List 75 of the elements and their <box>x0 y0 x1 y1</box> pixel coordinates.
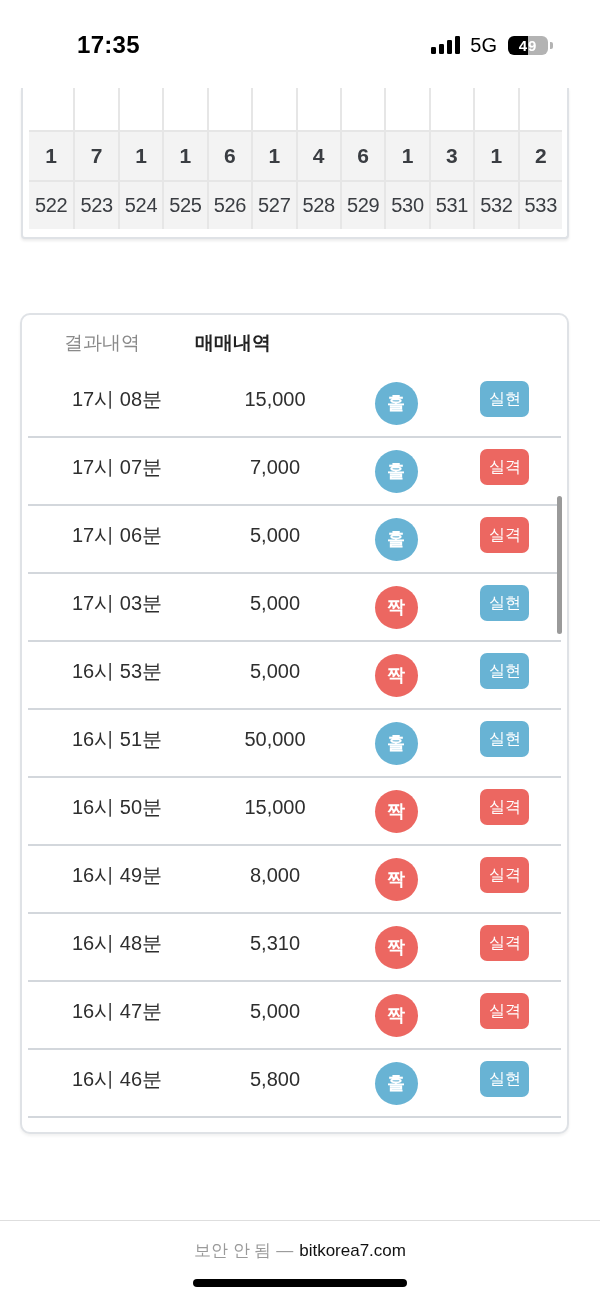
trade-time: 17시 08분 <box>71 387 163 412</box>
trade-amount: 5,000 <box>249 659 301 684</box>
round-cell: 523 <box>73 180 118 229</box>
network-type: 5G <box>470 34 497 56</box>
round-cell: 532 <box>473 180 518 229</box>
result-cell: 1 <box>117 130 163 180</box>
result-tag: 실현 <box>480 585 529 621</box>
round-cell: 528 <box>295 180 340 229</box>
trade-time: 16시 47분 <box>71 999 163 1024</box>
trade-amount: 15,000 <box>244 795 306 820</box>
result-cell: 1 <box>473 130 518 180</box>
parity-chip: 홀 <box>374 1062 418 1105</box>
parity-chip: 짝 <box>374 858 418 901</box>
result-tag: 실격 <box>480 925 529 961</box>
parity-chip: 짝 <box>374 790 418 833</box>
round-cell: 525 <box>162 180 207 229</box>
result-tag: 실격 <box>480 449 529 485</box>
trade-amount: 15,000 <box>244 387 306 412</box>
trade-amount: 5,000 <box>249 591 301 616</box>
parity-chip: 홀 <box>374 450 418 493</box>
security-note: 보안 안 됨 — <box>194 1240 294 1262</box>
trade-amount: 5,000 <box>249 523 301 548</box>
result-cell: 6 <box>206 130 252 180</box>
round-cell: 524 <box>117 180 163 229</box>
round-cell: 529 <box>339 180 385 229</box>
trade-amount: 8,000 <box>249 863 301 888</box>
round-cell: 527 <box>251 180 296 229</box>
result-tag: 실현 <box>480 721 529 757</box>
parity-chip: 짝 <box>374 586 418 629</box>
parity-chip: 홀 <box>374 382 418 425</box>
trade-time: 17시 06분 <box>71 523 163 548</box>
result-tag: 실현 <box>480 1061 529 1097</box>
result-tag: 실격 <box>480 857 529 893</box>
result-cell: 1 <box>251 130 296 180</box>
trade-time: 16시 53분 <box>71 659 163 684</box>
result-cell: 7 <box>73 130 118 180</box>
trade-amount: 5,800 <box>249 1067 301 1092</box>
result-tag: 실현 <box>480 381 529 417</box>
round-cell: 530 <box>384 180 429 229</box>
result-tag: 실격 <box>480 789 529 825</box>
status-time: 17:35 <box>77 31 140 59</box>
trade-time: 16시 51분 <box>71 727 163 752</box>
round-cell: 531 <box>428 180 474 229</box>
round-cell: 522 <box>29 180 74 229</box>
result-cell: 4 <box>295 130 340 180</box>
signal-icon <box>431 36 462 54</box>
trade-time: 16시 49분 <box>71 863 163 888</box>
result-cell: 1 <box>29 130 74 180</box>
trade-time: 17시 07분 <box>71 455 163 480</box>
round-cell: 533 <box>517 180 562 229</box>
parity-chip: 홀 <box>374 518 418 561</box>
round-cell: 526 <box>206 180 252 229</box>
trade-amount: 7,000 <box>249 455 301 480</box>
trade-time: 16시 48분 <box>71 931 163 956</box>
parity-chip: 홀 <box>374 722 418 765</box>
trade-time: 16시 46분 <box>71 1067 163 1092</box>
trade-time: 16시 50분 <box>71 795 163 820</box>
parity-chip: 짝 <box>374 926 418 969</box>
parity-chip: 짝 <box>374 994 418 1037</box>
scrollbar-thumb[interactable] <box>557 496 562 634</box>
result-cell: 6 <box>339 130 385 180</box>
result-tag: 실격 <box>480 993 529 1029</box>
result-cell: 1 <box>162 130 207 180</box>
result-tag: 실현 <box>480 653 529 689</box>
address-url[interactable]: bitkorea7.com <box>299 1240 406 1262</box>
trade-time: 17시 03분 <box>71 591 163 616</box>
parity-chip: 짝 <box>374 654 418 697</box>
trade-amount: 5,000 <box>249 999 301 1024</box>
result-cell: 3 <box>428 130 474 180</box>
trade-amount: 5,310 <box>249 931 301 956</box>
result-cell: 2 <box>517 130 562 180</box>
trade-amount: 50,000 <box>244 727 306 752</box>
result-cell: 1 <box>384 130 429 180</box>
tab[interactable]: 매매내역 <box>195 330 271 355</box>
result-tag: 실격 <box>480 517 529 553</box>
